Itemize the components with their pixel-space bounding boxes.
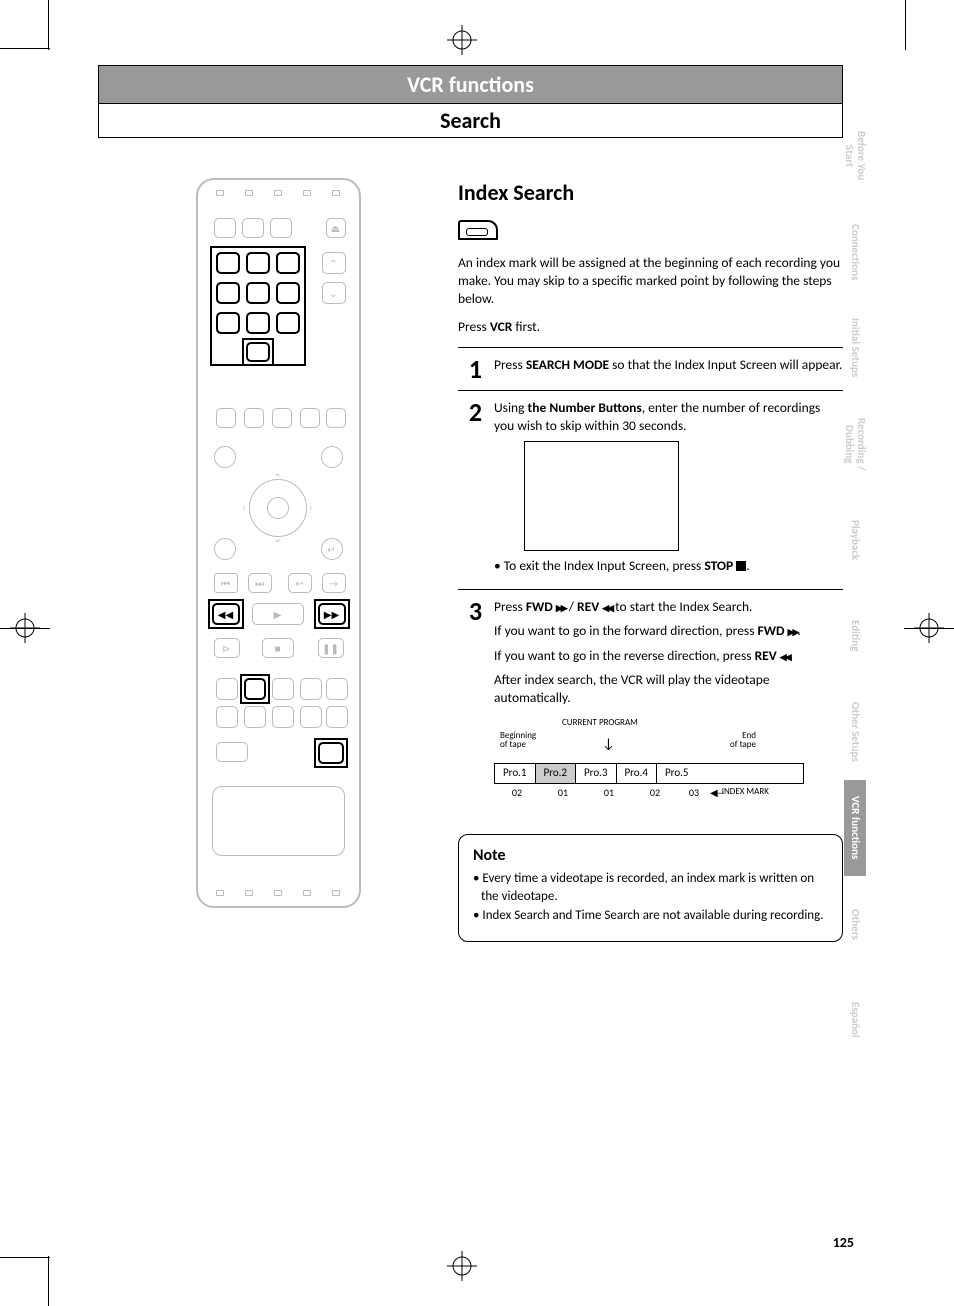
dpad: ⌃ ⌄ ‹ › [243,473,313,543]
stop-icon: ■ [263,639,293,657]
step-2: 2 Using the Number Buttons, enter the nu… [458,390,843,590]
step-3: 3 Press FWD / REV to start the Index Sea… [458,589,843,814]
rev-glyph-icon [602,598,612,615]
page-number: 125 [833,1234,854,1251]
tape-diagram: CURRENT PROGRAM ↓ Beginningof tape Endof… [494,717,804,799]
replay-icon: ↩ [289,574,311,592]
return-icon: ↵ [322,539,342,559]
crop-mark [0,48,50,49]
fwd-glyph-icon [788,622,798,639]
crop-mark [0,1257,50,1258]
tab-editing: Editing [844,588,866,684]
side-tabs: Before You Start Connections Initial Set… [844,108,866,1068]
tape-cell-current: Pro.2 [536,764,577,783]
tab-vcr-functions: VCR functions [844,780,866,876]
registration-mark-icon [447,1251,477,1281]
step-number: 1 [458,356,482,382]
tab-before-you-start: Before You Start [844,108,866,204]
rev-glyph-icon [780,647,790,664]
registration-mark-icon [10,613,40,643]
registration-mark-icon [447,25,477,55]
tab-espanol: Español [844,972,866,1068]
tab-initial-setups: Initial Setups [844,300,866,396]
page-header: VCR functions [98,65,843,104]
remote-control-illustration: ⏏ ⌃ ⌄ [196,178,361,908]
tape-cell: Pro.1 [495,764,536,783]
cassette-icon [458,220,498,240]
press-vcr-text: Press VCR first. [458,318,843,336]
fwd-glyph-icon [556,598,566,615]
tab-playback: Playback [844,492,866,588]
skip-fwd-icon: ⏭ [249,574,271,592]
note-box: Note Every time a videotape is recorded,… [458,834,843,942]
intro-text: An index mark will be assigned at the be… [458,254,843,309]
step-number: 2 [458,399,482,582]
arrow-left-icon [710,786,722,800]
slow-icon: ⊳ [215,639,239,657]
eject-icon: ⏏ [327,219,345,237]
tab-recording-dubbing: Recording / Dubbing [844,396,866,492]
tab-other-setups: Other Setups [844,684,866,780]
index-input-screen [524,441,679,551]
crop-mark [905,0,906,50]
fwd-arrow-icon: → [323,574,345,592]
stop-square-icon [736,561,746,571]
tab-connections: Connections [844,204,866,300]
stop-button-highlight [314,738,348,768]
fwd-button-highlight [314,599,350,629]
note-item: Every time a videotape is recorded, an i… [473,870,828,905]
tape-cell: Pro.4 [617,764,658,783]
up-icon: ⌃ [323,253,345,273]
down-icon: ⌄ [323,283,345,303]
note-item: Index Search and Time Search are not ava… [473,907,828,925]
arrow-down-icon: ↓ [602,735,615,754]
skip-back-icon: ⏮ [215,574,237,592]
search-mode-highlight [240,674,270,704]
crop-mark [48,1256,49,1306]
tape-cell: Pro.3 [576,764,617,783]
tab-others: Others [844,876,866,972]
rev-button-highlight [208,599,244,629]
tape-cell: Pro.5 [657,764,697,783]
crop-mark [48,0,49,50]
remote-lower-panel [212,786,345,856]
registration-mark-icon [914,613,944,643]
play-icon: ▶ [253,604,303,624]
section-heading: Index Search [458,178,843,208]
step-1: 1 Press SEARCH MODE so that the Index In… [458,347,843,390]
pause-icon: ❚❚ [319,639,343,657]
zero-button-highlight [242,338,274,366]
step-number: 3 [458,598,482,806]
page-subheader: Search [98,104,843,138]
